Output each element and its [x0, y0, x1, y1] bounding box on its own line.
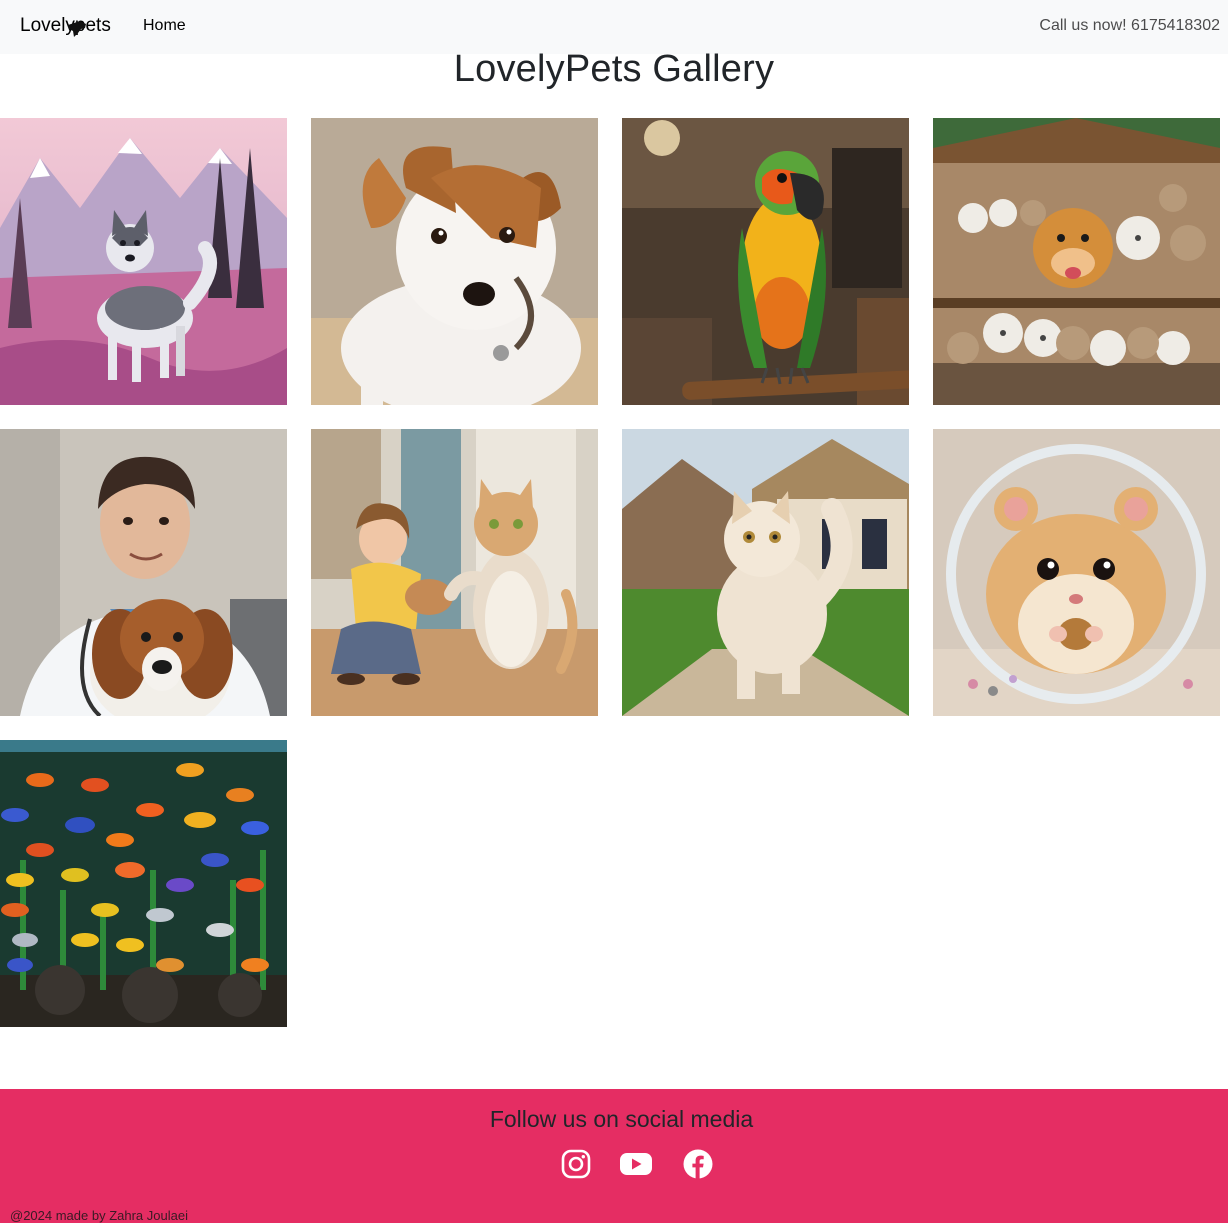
brand-link[interactable]: Lovelypets — [20, 15, 111, 37]
hamster-image — [933, 429, 1220, 716]
gallery-image-terrier[interactable] — [311, 118, 598, 405]
parrot-image — [622, 118, 909, 405]
gallery-image-vet[interactable] — [0, 429, 287, 716]
gallery-image-pet-group[interactable] — [933, 118, 1220, 405]
copyright-text: @2024 made by Zahra Joulaei — [10, 1208, 188, 1223]
page-title: LovelyPets Gallery — [453, 48, 775, 90]
vet-image — [0, 429, 287, 716]
gallery-image-hamster[interactable] — [933, 429, 1220, 716]
aquarium-image — [0, 740, 287, 1027]
gallery-image-girl-cats[interactable] — [311, 429, 598, 716]
pet-group-image — [933, 118, 1220, 405]
gallery-image-parrot[interactable] — [622, 118, 909, 405]
phone-number: Call us now! 6175418302 — [1039, 17, 1220, 34]
gallery-image-aquarium[interactable] — [0, 740, 287, 1027]
instagram-icon[interactable] — [561, 1149, 591, 1179]
footer: Follow us on social media @2024 made by … — [0, 1089, 1228, 1223]
gallery-image-fluffy-cat[interactable] — [622, 429, 909, 716]
pet-logo-icon — [68, 21, 86, 37]
husky-image — [0, 118, 287, 405]
nav-home-link[interactable]: Home — [143, 17, 186, 35]
fluffy-cat-image — [622, 429, 909, 716]
terrier-image — [311, 118, 598, 405]
girl-cats-image — [311, 429, 598, 716]
footer-title: Follow us on social media — [489, 1106, 754, 1132]
navbar: Lovelypets Home Call us now! 6175418302 — [0, 0, 1228, 54]
facebook-icon[interactable] — [683, 1149, 713, 1179]
youtube-icon[interactable] — [619, 1149, 653, 1179]
gallery-image-husky[interactable] — [0, 118, 287, 405]
